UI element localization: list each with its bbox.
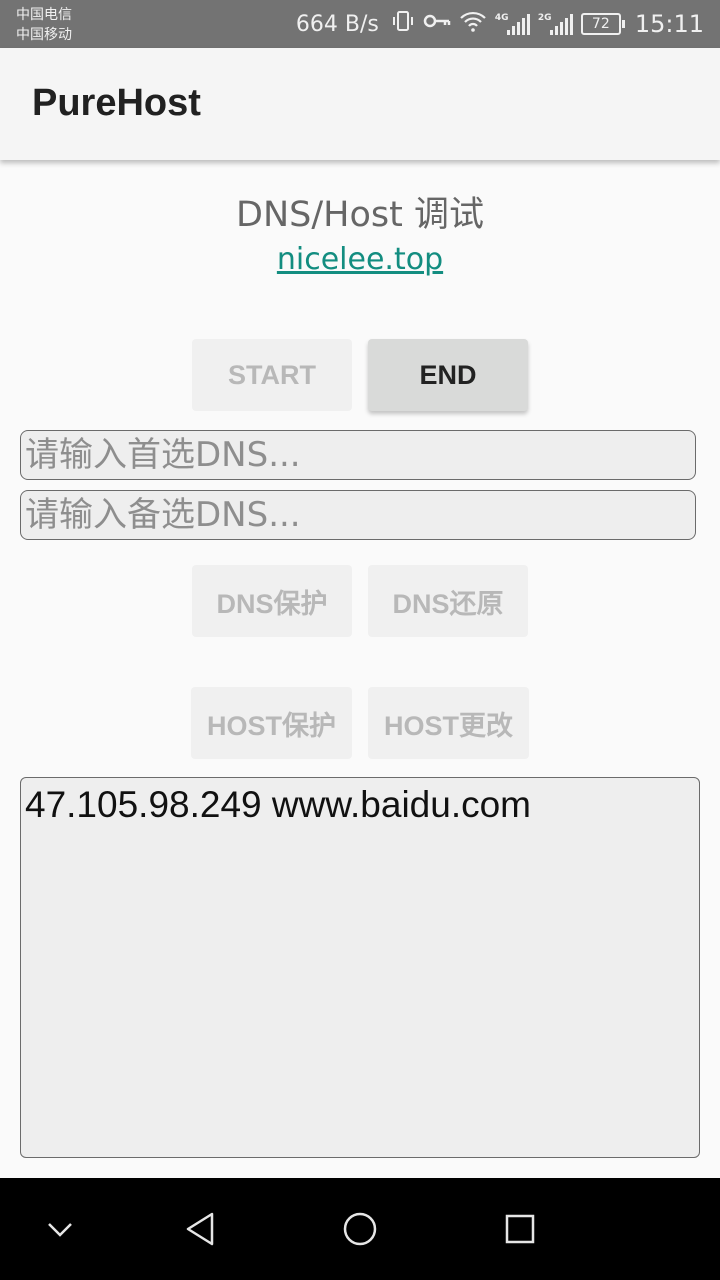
host-change-button[interactable]: HOST更改 (368, 687, 529, 759)
host-protect-button[interactable]: HOST保护 (191, 687, 352, 759)
navigation-bar (0, 1178, 720, 1280)
status-icons: 664 B/s 4G 2G 72 15:11 (296, 0, 704, 48)
dns-protect-button[interactable]: DNS保护 (192, 565, 352, 637)
wifi-icon (459, 9, 487, 39)
start-button[interactable]: START (192, 339, 352, 411)
vibrate-icon (391, 9, 415, 39)
battery-level: 72 (591, 16, 610, 32)
signal-4g-icon: 4G (495, 13, 530, 35)
vpn-key-icon (423, 9, 451, 39)
dns-restore-button[interactable]: DNS还原 (368, 565, 528, 637)
recents-icon[interactable] (490, 1199, 550, 1259)
website-link[interactable]: nicelee.top (0, 242, 720, 277)
network-speed: 664 B/s (295, 11, 379, 37)
carrier-2: 中国移动 (16, 27, 72, 43)
signal-4g-tag: 4G (494, 13, 509, 23)
app-bar: PureHost (0, 48, 720, 160)
back-icon[interactable] (170, 1199, 230, 1259)
signal-2g-icon: 2G (538, 13, 573, 35)
status-bar: 中国电信 中国移动 664 B/s 4G 2G 72 15:11 (0, 0, 720, 48)
secondary-dns-input[interactable] (20, 490, 696, 540)
hosts-text-area[interactable]: 47.105.98.249 www.baidu.com (20, 777, 700, 1158)
signal-2g-tag: 2G (537, 13, 552, 23)
end-button[interactable]: END (368, 339, 528, 411)
app-title: PureHost (32, 82, 201, 124)
carrier-1: 中国电信 (16, 7, 72, 23)
battery-icon: 72 (580, 13, 625, 35)
carrier-info: 中国电信 中国移动 (16, 5, 72, 45)
page-heading: DNS/Host 调试 (236, 195, 484, 235)
home-icon[interactable] (330, 1199, 390, 1259)
hosts-entry: 47.105.98.249 www.baidu.com (25, 784, 532, 825)
primary-dns-input[interactable] (20, 430, 696, 480)
clock: 15:11 (634, 10, 704, 38)
chevron-down-icon[interactable] (30, 1199, 90, 1259)
